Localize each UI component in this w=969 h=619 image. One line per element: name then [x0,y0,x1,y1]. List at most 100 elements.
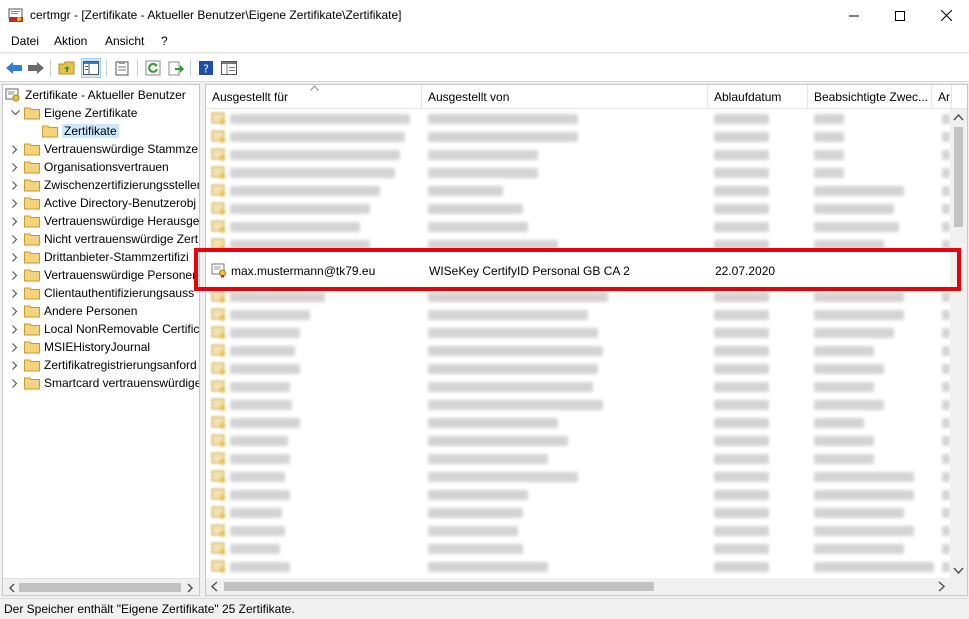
export-list-button[interactable] [166,58,186,78]
show-hide-tree-button[interactable] [81,58,101,78]
table-row[interactable] [206,468,950,486]
tree-item-label: Andere Personen [44,304,138,318]
table-row[interactable] [206,522,950,540]
scroll-up-icon[interactable] [953,112,964,123]
menu-help[interactable]: ? [159,34,170,48]
forward-button[interactable] [26,58,46,78]
tree-pane[interactable]: Zertifikate - Aktueller Benutzer Eigene … [2,84,200,596]
chevron-right-icon[interactable] [9,305,21,317]
table-row[interactable] [206,182,950,200]
tree-item[interactable]: Clientauthentifizierungsauss [9,284,194,302]
chevron-right-icon[interactable] [9,179,21,191]
tree-item[interactable]: Vertrauenswürdige Personen [9,266,199,284]
chevron-right-icon[interactable] [9,161,21,173]
column-expiry-date[interactable]: Ablaufdatum [708,85,808,109]
folder-icon [24,305,40,318]
table-row[interactable] [206,164,950,182]
clipboard-button[interactable] [112,58,132,78]
scroll-thumb[interactable] [224,582,654,591]
tree-root[interactable]: Zertifikate - Aktueller Benutzer [5,86,186,104]
column-intended-purposes[interactable]: Beabsichtigte Zwec... [808,85,932,109]
refresh-button[interactable] [143,58,163,78]
table-row[interactable] [206,540,950,558]
blurred-text [714,292,769,302]
blurred-text [428,490,528,500]
menu-bar: Datei Aktion Ansicht ? [0,31,969,53]
chevron-right-icon[interactable] [9,341,21,353]
chevron-right-icon[interactable] [9,359,21,371]
scroll-down-icon[interactable] [953,565,964,576]
tree-item[interactable]: Active Directory-Benutzerobj [9,194,196,212]
minimize-button[interactable] [831,0,877,31]
back-button[interactable] [4,58,24,78]
certificate-store-icon [5,88,20,102]
close-button[interactable] [923,0,969,31]
table-row[interactable] [206,396,950,414]
chevron-right-icon[interactable] [9,233,21,245]
scroll-right-icon[interactable] [184,582,196,594]
list-horizontal-scrollbar[interactable] [206,578,967,595]
chevron-right-icon[interactable] [9,269,21,281]
list-vertical-scrollbar[interactable] [950,109,967,579]
chevron-right-icon[interactable] [9,287,21,299]
column-issued-by[interactable]: Ausgestellt von [422,85,708,109]
blurred-text [428,204,523,214]
tree-item[interactable]: Smartcard vertrauenswürdige [9,374,199,392]
scroll-thumb[interactable] [954,127,963,227]
maximize-button[interactable] [877,0,923,31]
tree-item[interactable]: Nicht vertrauenswürdige Zert [9,230,198,248]
chevron-right-icon[interactable] [9,251,21,263]
menu-aktion-label: Aktion [54,34,88,48]
tree-item[interactable]: MSIEHistoryJournal [9,338,150,356]
certificate-list[interactable]: Ausgestellt für Ausgestellt von Ablaufda… [205,84,968,596]
console-button[interactable] [219,58,239,78]
scroll-left-icon[interactable] [6,582,18,594]
menu-ansicht[interactable]: Ansicht [103,34,146,48]
menu-aktion[interactable]: Aktion [52,34,89,48]
table-row[interactable] [206,486,950,504]
up-level-button[interactable] [57,58,77,78]
tree-item[interactable]: Organisationsvertrauen [9,158,169,176]
blurred-text [714,400,769,410]
scroll-right-icon[interactable] [936,581,947,592]
table-row[interactable] [206,146,950,164]
tree-item[interactable]: Andere Personen [9,302,137,320]
chevron-right-icon[interactable] [9,197,21,209]
tree-item[interactable]: Drittanbieter-Stammzertifizi [9,248,189,266]
table-row[interactable] [206,360,950,378]
tree-item[interactable]: Local NonRemovable Certific [9,320,199,338]
table-row[interactable] [206,110,950,128]
table-row[interactable] [206,432,950,450]
table-row[interactable] [206,504,950,522]
table-row[interactable] [206,450,950,468]
table-row[interactable] [206,306,950,324]
menu-datei[interactable]: Datei [9,34,41,48]
table-row[interactable] [206,414,950,432]
chevron-right-icon[interactable] [9,377,21,389]
table-row[interactable] [206,558,950,576]
tree-item-zertifikate[interactable]: Zertifikate [42,122,119,140]
scroll-thumb[interactable] [19,583,181,592]
tree-item[interactable]: Zwischenzertifizierungsstellen [9,176,199,194]
scroll-left-icon[interactable] [209,581,220,592]
table-row[interactable] [206,324,950,342]
tree-item-eigene-zertifikate[interactable]: Eigene Zertifikate [9,104,137,122]
chevron-down-icon[interactable] [9,107,21,119]
help-button[interactable]: ? [196,58,216,78]
chevron-right-icon[interactable] [9,323,21,335]
column-friendly-name[interactable]: Ar [932,85,952,109]
table-row[interactable] [206,342,950,360]
blurred-text [230,310,310,320]
table-row[interactable] [206,378,950,396]
chevron-right-icon[interactable] [9,215,21,227]
chevron-right-icon[interactable] [9,143,21,155]
blurred-text [428,132,578,142]
tree-item[interactable]: Vertrauenswürdige Stammzer [9,140,199,158]
table-row[interactable] [206,128,950,146]
tree-item[interactable]: Vertrauenswürdige Herausgel [9,212,199,230]
tree-horizontal-scrollbar[interactable] [3,578,199,595]
blurred-text [814,544,904,554]
tree-item[interactable]: Zertifikatregistrierungsanford [9,356,197,374]
table-row[interactable] [206,200,950,218]
table-row[interactable] [206,218,950,236]
